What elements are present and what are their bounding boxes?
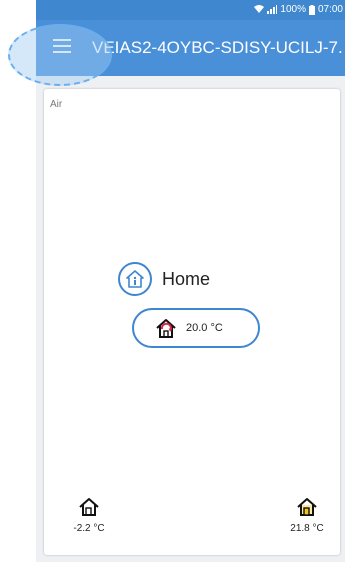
status-time: 07:00 xyxy=(317,4,343,15)
setpoint-value: 20.0 °C xyxy=(186,322,223,334)
signal-icon xyxy=(267,5,278,14)
page: 100% 07:00 VEIAS2-4OYBC-SDISY-UCILJ-7...… xyxy=(0,0,345,562)
card-label: Air xyxy=(50,99,63,110)
outdoor-sensor-house-icon xyxy=(64,497,114,517)
battery-icon xyxy=(308,4,315,15)
heating-house-icon xyxy=(154,317,178,339)
status-indicators: 100% 07:00 xyxy=(254,4,343,15)
home-zone[interactable]: Home xyxy=(118,262,210,296)
air-card: Air Home 20.0 °C -2.2 °C 21.8 °C xyxy=(44,89,340,555)
menu-highlight-marker xyxy=(8,24,112,86)
home-info-icon xyxy=(118,262,152,296)
battery-percent: 100% xyxy=(280,4,306,15)
app-frame: 100% 07:00 VEIAS2-4OYBC-SDISY-UCILJ-7...… xyxy=(36,0,345,562)
setpoint-pill[interactable]: 20.0 °C xyxy=(132,308,260,348)
indoor-temperature: 21.8 °C xyxy=(290,523,324,534)
status-bar: 100% 07:00 xyxy=(36,0,345,20)
indoor-sensor[interactable]: 21.8 °C xyxy=(282,497,332,534)
wifi-icon xyxy=(254,5,265,14)
indoor-sensor-house-icon xyxy=(282,497,332,517)
home-label: Home xyxy=(162,268,211,289)
outdoor-temperature: -2.2 °C xyxy=(73,523,105,534)
outdoor-sensor[interactable]: -2.2 °C xyxy=(64,497,114,534)
app-title: VEIAS2-4OYBC-SDISY-UCILJ-7... xyxy=(92,38,342,57)
